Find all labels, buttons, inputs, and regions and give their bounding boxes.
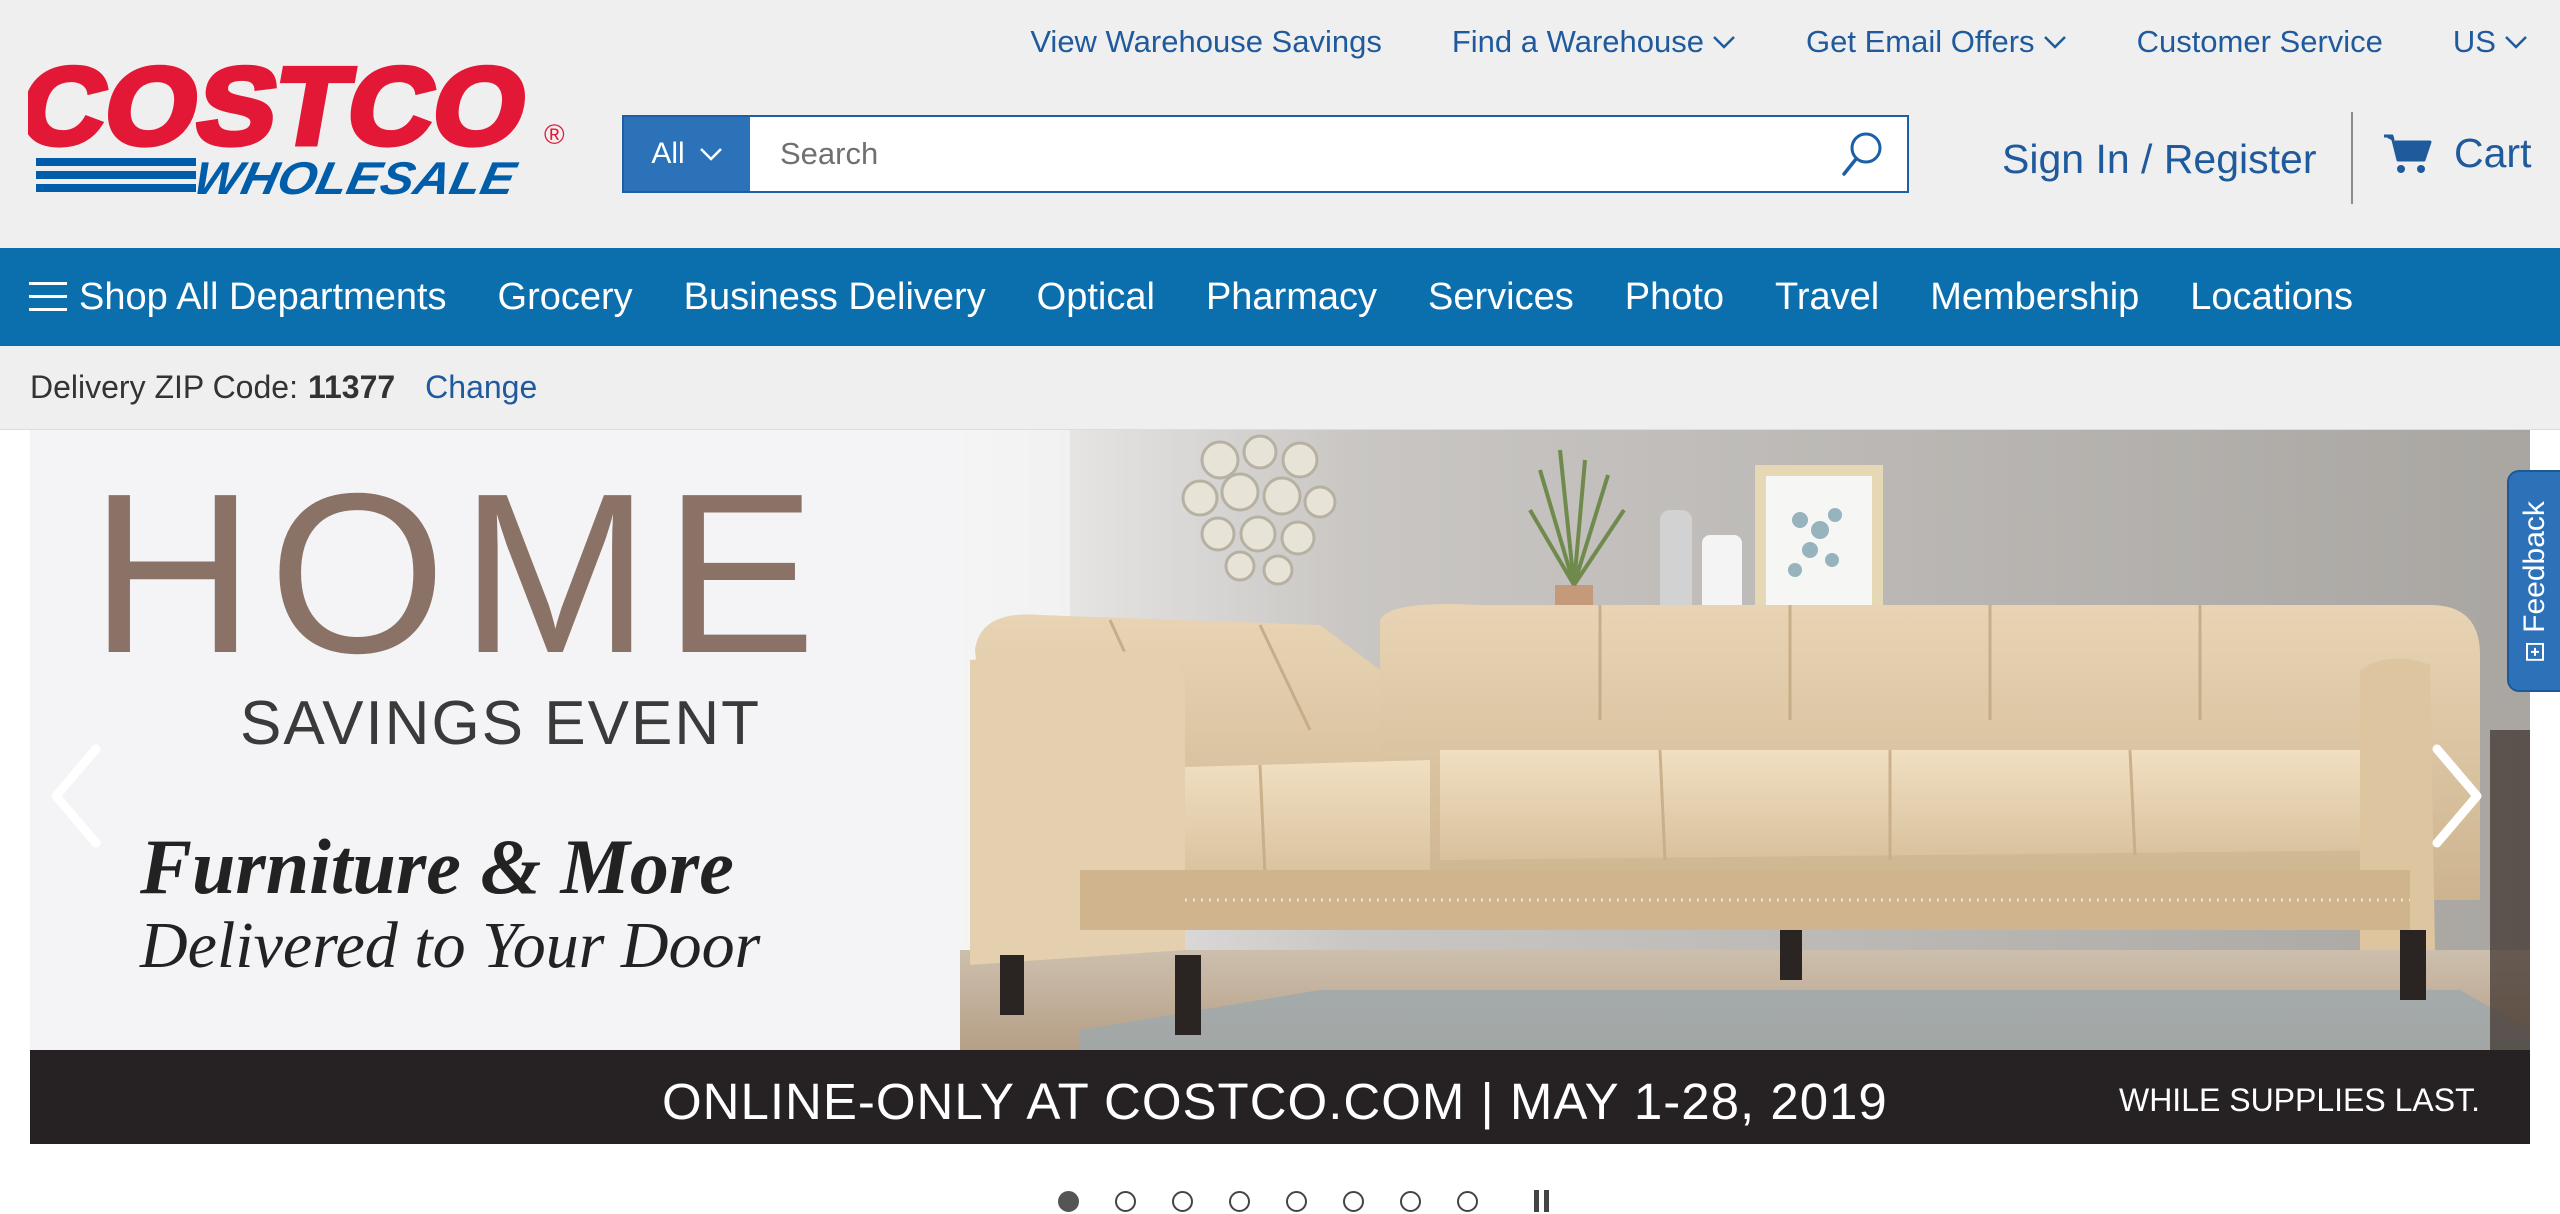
cart-icon (2384, 134, 2432, 173)
find-warehouse-label: Find a Warehouse (1451, 24, 1704, 59)
logo-top-text: COSTCO (28, 46, 537, 168)
carousel-indicators (1058, 1190, 1549, 1212)
main-nav: Shop All Departments Grocery Business De… (0, 248, 2560, 346)
hero-strip-right-text: WHILE SUPPLIES LAST. (2118, 1082, 2480, 1118)
delivery-zip-bar: Delivery ZIP Code: 11377 Change (0, 346, 2560, 430)
feedback-icon (2525, 642, 2544, 661)
hero-headline: HOME (90, 447, 830, 701)
cart-link[interactable]: Cart (2382, 130, 2531, 177)
customer-service-link[interactable]: Customer Service (2137, 24, 2383, 60)
nav-locations[interactable]: Locations (2190, 276, 2353, 319)
nav-business-delivery[interactable]: Business Delivery (684, 276, 986, 319)
chevron-down-icon (1713, 36, 1735, 49)
search-category-label: All (651, 137, 685, 170)
country-selector[interactable]: US (2453, 24, 2528, 60)
carousel-dot[interactable] (1115, 1190, 1136, 1212)
utility-nav: View Warehouse Savings Find a Warehouse … (1030, 22, 2560, 62)
costco-logo[interactable]: COSTCO ® WHOLESALE (8, 43, 574, 206)
menu-icon (29, 282, 67, 311)
country-label: US (2452, 24, 2496, 59)
carousel-dot[interactable] (1400, 1190, 1421, 1212)
search-bar: All (622, 115, 1909, 193)
pause-icon[interactable] (1534, 1190, 1549, 1212)
feedback-label-wrap: Feedback (2518, 501, 2552, 661)
get-email-offers-label: Get Email Offers (1806, 24, 2035, 59)
costco-logo-graphic: COSTCO ® WHOLESALE (8, 43, 565, 204)
site-header: View Warehouse Savings Find a Warehouse … (0, 0, 2560, 248)
hero-text-panel: HOME SAVINGS EVENT Furniture & More Deli… (30, 430, 960, 1050)
logo-bottom-text: WHOLESALE (189, 152, 522, 203)
hero-subheadline: SAVINGS EVENT (240, 689, 761, 758)
nav-pharmacy[interactable]: Pharmacy (1206, 276, 1377, 319)
sign-in-register-link[interactable]: Sign In / Register (2002, 136, 2317, 183)
hero-banner[interactable]: HOME SAVINGS EVENT Furniture & More Deli… (30, 430, 2530, 1144)
carousel-dot[interactable] (1286, 1190, 1307, 1212)
arrow-left-icon[interactable] (46, 741, 106, 851)
delivery-zip-label: Delivery ZIP Code: (30, 369, 298, 405)
pause-bar (1534, 1190, 1539, 1212)
hero-line-2: Delivered to Your Door (140, 909, 761, 982)
cart-label: Cart (2454, 130, 2532, 176)
change-zip-link[interactable]: Change (425, 369, 537, 406)
search-category-dropdown[interactable]: All (624, 117, 750, 191)
nav-shop-all-label: Shop All Departments (79, 275, 447, 318)
arrow-right-icon[interactable] (2427, 741, 2487, 851)
search-button[interactable] (1817, 117, 1907, 191)
sofa-room-image (960, 430, 2530, 1050)
view-warehouse-savings-label: View Warehouse Savings (1030, 24, 1382, 59)
logo-registered-mark: ® (544, 119, 565, 150)
nav-shop-all-departments[interactable]: Shop All Departments (29, 276, 447, 319)
hero-line-1: Furniture & More (140, 823, 734, 910)
hero-strip-main-text: ONLINE-ONLY AT COSTCO.COM | MAY 1-28, 20… (662, 1073, 1888, 1130)
feedback-tab[interactable]: Feedback (2507, 470, 2560, 692)
carousel-dot[interactable] (1343, 1190, 1364, 1212)
view-warehouse-savings-link[interactable]: View Warehouse Savings (1030, 24, 1382, 60)
chevron-down-icon (2043, 36, 2066, 49)
header-divider (2351, 112, 2353, 204)
carousel-dot[interactable] (1229, 1190, 1250, 1212)
nav-travel[interactable]: Travel (1775, 276, 1879, 319)
search-input[interactable] (750, 117, 1817, 191)
nav-services[interactable]: Services (1428, 276, 1574, 319)
pause-bar (1544, 1190, 1549, 1212)
find-warehouse-link[interactable]: Find a Warehouse (1452, 24, 1736, 60)
feedback-label: Feedback (2517, 501, 2551, 633)
nav-optical[interactable]: Optical (1037, 276, 1155, 319)
search-icon (1842, 132, 1882, 176)
carousel-dot[interactable] (1172, 1190, 1193, 1212)
nav-membership[interactable]: Membership (1930, 276, 2139, 319)
get-email-offers-link[interactable]: Get Email Offers (1806, 24, 2067, 60)
chevron-down-icon (699, 148, 722, 161)
carousel-dot[interactable] (1058, 1190, 1079, 1212)
customer-service-label: Customer Service (2136, 24, 2383, 59)
chevron-down-icon (2505, 36, 2527, 49)
carousel-dot[interactable] (1457, 1190, 1478, 1212)
hero-promo-strip: ONLINE-ONLY AT COSTCO.COM | MAY 1-28, 20… (30, 1050, 2530, 1144)
delivery-zip-code: 11377 (307, 369, 396, 405)
nav-photo[interactable]: Photo (1625, 276, 1724, 319)
nav-grocery[interactable]: Grocery (498, 276, 633, 319)
